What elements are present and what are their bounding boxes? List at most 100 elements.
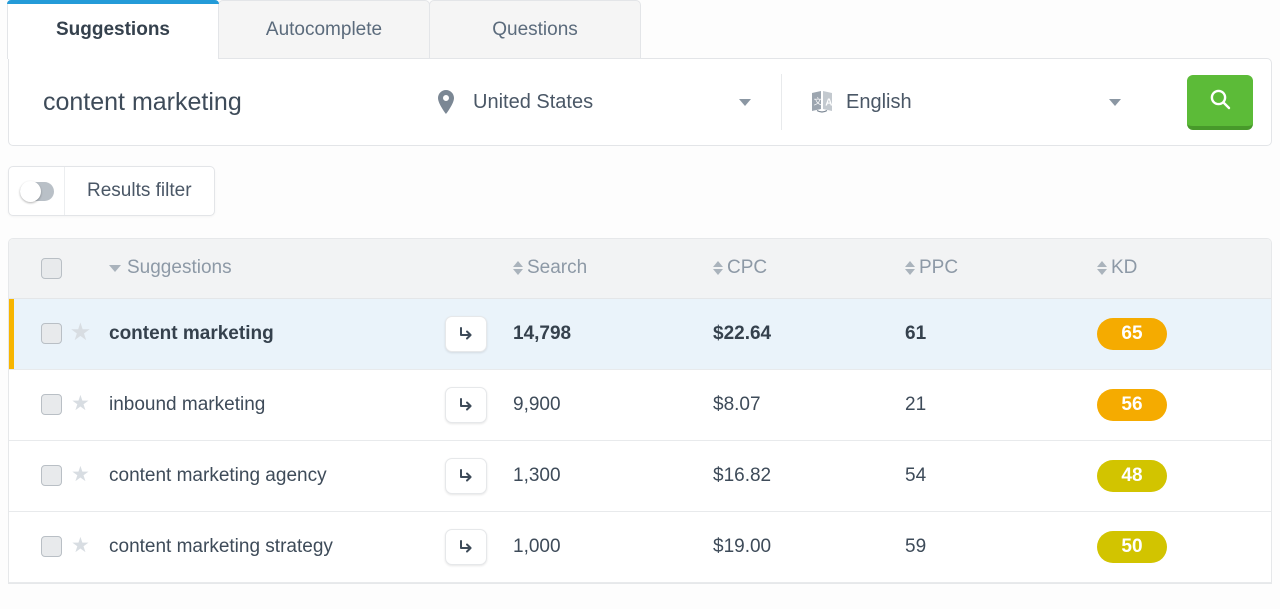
row-select-cell: [9, 298, 71, 369]
header-search[interactable]: Search: [513, 239, 713, 298]
map-pin-icon: [437, 90, 467, 114]
table-row[interactable]: ★ content marketing strategy 1,000$19.0059…: [9, 511, 1271, 582]
row-checkbox[interactable]: [41, 394, 62, 415]
header-kd[interactable]: KD: [1097, 239, 1271, 298]
row-suggestion-cell: inbound marketing: [109, 369, 513, 440]
row-checkbox[interactable]: [41, 536, 62, 557]
row-cpc: $22.64: [713, 298, 905, 369]
search-input[interactable]: [43, 88, 409, 117]
row-search-volume: 14,798: [513, 298, 713, 369]
star-icon[interactable]: ★: [71, 322, 90, 343]
results-filter-toggle[interactable]: [9, 167, 65, 215]
header-cpc-label: CPC: [727, 257, 767, 279]
star-icon[interactable]: ★: [71, 535, 90, 556]
header-ppc[interactable]: PPC: [905, 239, 1097, 298]
language-dropdown[interactable]: A 文 English: [781, 74, 1151, 130]
row-keyword: content marketing: [109, 323, 274, 345]
translate-icon: A 文: [810, 89, 840, 115]
arrow-turn-down-right-icon[interactable]: [445, 458, 487, 494]
row-star-cell: ★: [71, 298, 109, 369]
row-cpc: $8.07: [713, 369, 905, 440]
sort-icon: [713, 261, 723, 275]
tab-autocomplete[interactable]: Autocomplete: [218, 0, 430, 59]
row-cpc: $16.82: [713, 440, 905, 511]
svg-text:A: A: [825, 98, 832, 109]
header-suggestions[interactable]: Suggestions: [109, 239, 513, 298]
location-label: United States: [467, 91, 739, 114]
row-keyword: content marketing strategy: [109, 536, 333, 558]
header-search-label: Search: [527, 257, 587, 279]
row-ppc: 59: [905, 511, 1097, 582]
row-kd-cell: 56: [1097, 369, 1271, 440]
tab-suggestions-label: Suggestions: [56, 19, 170, 41]
tab-suggestions[interactable]: Suggestions: [7, 0, 219, 59]
header-star-cell: [71, 239, 109, 298]
row-ppc: 61: [905, 298, 1097, 369]
row-suggestion-cell: content marketing: [109, 298, 513, 369]
language-label: English: [840, 91, 1109, 114]
row-kd-cell: 50: [1097, 511, 1271, 582]
row-suggestion-cell: content marketing agency: [109, 440, 513, 511]
row-kd-cell: 65: [1097, 298, 1271, 369]
arrow-turn-down-right-icon[interactable]: [445, 316, 487, 352]
chevron-down-icon: [739, 99, 751, 106]
header-suggestions-label: Suggestions: [127, 257, 232, 279]
table-row[interactable]: ★ content marketing 14,798$22.646165: [9, 298, 1271, 369]
arrow-turn-down-right-icon[interactable]: [445, 529, 487, 565]
row-kd-cell: 48: [1097, 440, 1271, 511]
header-cpc[interactable]: CPC: [713, 239, 905, 298]
results-table: Suggestions Search CPC: [8, 238, 1272, 584]
toggle-knob: [20, 181, 41, 202]
row-ppc: 21: [905, 369, 1097, 440]
sort-icon: [513, 261, 523, 275]
arrow-turn-down-right-icon[interactable]: [445, 387, 487, 423]
table-body: ★ content marketing 14,798$22.646165 ★ inbou…: [9, 298, 1271, 582]
sort-icon: [1097, 261, 1107, 275]
header-select-all-cell: [9, 239, 71, 298]
search-panel: United States A 文 English: [8, 58, 1272, 146]
toggle-track: [20, 182, 54, 201]
search-icon: [1208, 87, 1232, 114]
row-star-cell: ★: [71, 511, 109, 582]
header-kd-label: KD: [1111, 257, 1137, 279]
search-query-wrap: [9, 88, 409, 117]
location-dropdown[interactable]: United States: [409, 59, 781, 145]
svg-text:文: 文: [814, 97, 823, 107]
sort-desc-icon: [109, 265, 121, 272]
sort-icon: [905, 261, 915, 275]
star-icon[interactable]: ★: [71, 393, 90, 414]
row-suggestion-cell: content marketing strategy: [109, 511, 513, 582]
results-filter-label[interactable]: Results filter: [65, 180, 214, 202]
table-row[interactable]: ★ content marketing agency 1,300$16.825448: [9, 440, 1271, 511]
row-ppc: 54: [905, 440, 1097, 511]
filter-bar: Results filter: [8, 166, 1272, 216]
kd-badge: 56: [1097, 389, 1167, 421]
search-button[interactable]: [1187, 75, 1253, 130]
tab-questions-label: Questions: [492, 19, 578, 41]
row-checkbox[interactable]: [41, 323, 62, 344]
row-search-volume: 9,900: [513, 369, 713, 440]
row-cpc: $19.00: [713, 511, 905, 582]
tab-bar: Suggestions Autocomplete Questions: [0, 0, 1280, 59]
row-select-cell: [9, 440, 71, 511]
row-search-volume: 1,300: [513, 440, 713, 511]
tab-autocomplete-label: Autocomplete: [266, 19, 382, 41]
kd-badge: 48: [1097, 460, 1167, 492]
select-all-checkbox[interactable]: [41, 258, 62, 279]
row-keyword: inbound marketing: [109, 394, 265, 416]
row-search-volume: 1,000: [513, 511, 713, 582]
row-select-cell: [9, 511, 71, 582]
kd-badge: 65: [1097, 318, 1167, 350]
row-star-cell: ★: [71, 440, 109, 511]
results-filter-group: Results filter: [8, 166, 215, 216]
star-icon[interactable]: ★: [71, 464, 90, 485]
kd-badge: 50: [1097, 531, 1167, 563]
row-checkbox[interactable]: [41, 465, 62, 486]
row-select-cell: [9, 369, 71, 440]
tab-questions[interactable]: Questions: [429, 0, 641, 59]
row-star-cell: ★: [71, 369, 109, 440]
header-ppc-label: PPC: [919, 257, 958, 279]
row-keyword: content marketing agency: [109, 465, 327, 487]
chevron-down-icon: [1109, 99, 1121, 106]
table-row[interactable]: ★ inbound marketing 9,900$8.072156: [9, 369, 1271, 440]
